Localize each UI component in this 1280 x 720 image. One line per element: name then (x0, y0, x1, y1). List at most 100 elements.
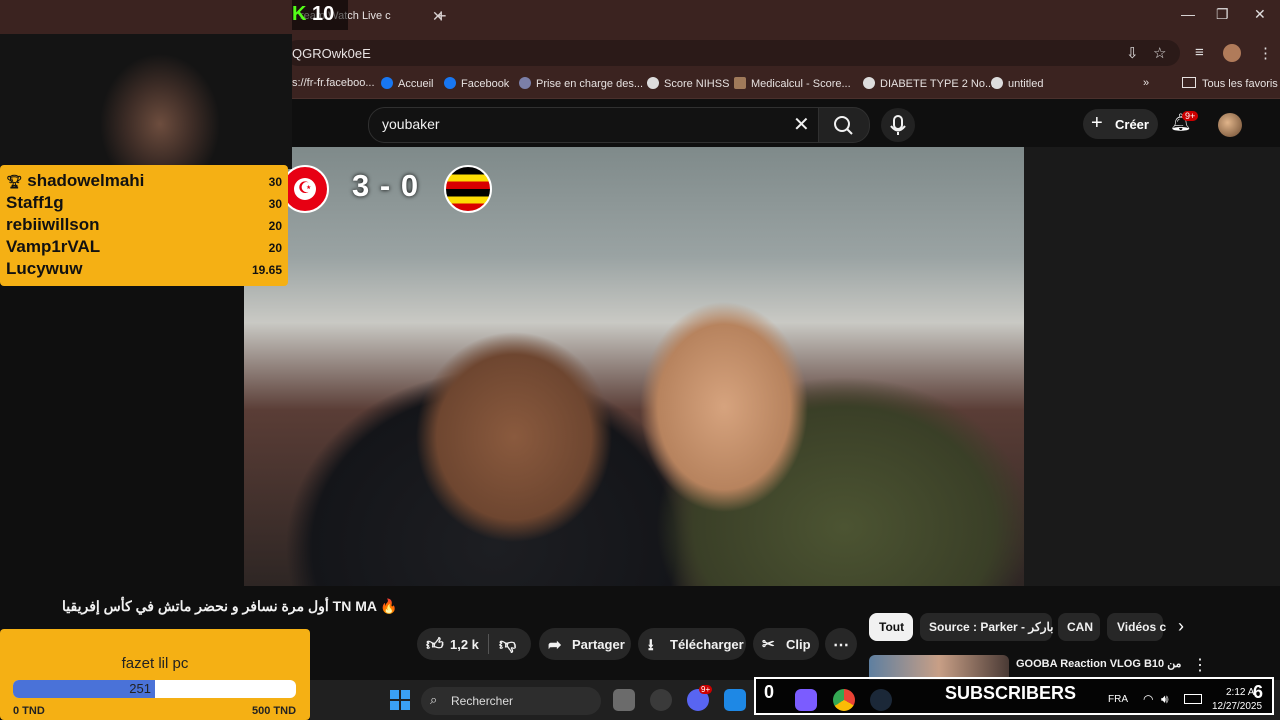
leaderboard-score: 19.65 (251, 263, 282, 277)
clock-date[interactable]: 12/27/2025 (1212, 701, 1262, 712)
facebook-icon (444, 77, 456, 89)
leaderboard-row: Lucywuw (6, 259, 83, 278)
streamer-webcam (0, 34, 292, 169)
profile-avatar[interactable] (1223, 44, 1241, 62)
match-score: 3 - 0 (352, 168, 420, 203)
goal-current-amount: 251 (129, 681, 151, 696)
chip-label: Vidéos c (1117, 620, 1167, 634)
bookmark-item[interactable]: s://fr-fr.faceboo... (292, 77, 375, 89)
maximize-icon[interactable]: ❐ (1216, 6, 1229, 23)
trophy-icon: 🏆︎ (6, 174, 23, 189)
windows-start-icon[interactable] (390, 690, 410, 715)
chip-label: Tout (879, 620, 905, 634)
like-count[interactable]: 1,2 k (450, 637, 479, 652)
omnibox[interactable] (285, 40, 1180, 66)
create-label: Créer (1115, 117, 1149, 132)
globe-icon (647, 77, 659, 89)
clear-search-icon[interactable]: ✕ (793, 112, 810, 137)
video-player[interactable] (244, 147, 1024, 586)
browser-tab-strip (0, 0, 1280, 34)
leaderboard-score: 20 (268, 241, 282, 255)
plus-icon: + (1091, 112, 1103, 134)
search-value[interactable]: youbaker (382, 116, 440, 132)
video-title: أول مرة نسافر و نحضر ماتش في كأس إفريقيا… (62, 598, 398, 614)
thumbs-down-icon[interactable]: 👎︎ (499, 634, 516, 655)
download-label: Télécharger (670, 637, 744, 652)
leaderboard-score: 30 (268, 175, 282, 189)
search-icon (834, 116, 853, 135)
url-text[interactable]: QGROwk0eE (292, 46, 371, 61)
video-right-panel (1024, 147, 1280, 586)
chip-label: Source : Parker - باركر (929, 620, 1054, 634)
search-button[interactable] (818, 107, 870, 143)
scissors-icon: ✂ (762, 636, 775, 653)
chrome-icon[interactable] (833, 689, 855, 711)
leaderboard-row: Staff1g (6, 193, 64, 212)
microphone-icon (890, 115, 906, 135)
chip-label: CAN (1067, 620, 1093, 634)
input-language[interactable]: FRA (1108, 694, 1128, 705)
uganda-flag-icon (444, 165, 492, 213)
share-label: Partager (572, 637, 625, 652)
task-view-icon[interactable] (613, 689, 635, 711)
leaderboard-row: Vamp1rVAL (6, 237, 101, 256)
all-bookmarks[interactable]: Tous les favoris (1182, 77, 1278, 90)
bookmark-item[interactable]: untitled (991, 77, 1043, 90)
globe-icon (991, 77, 1003, 89)
related-video-title[interactable]: GOOBA Reaction VLOG B10 من (1016, 657, 1181, 670)
kebab-menu-icon[interactable]: ⋮ (1192, 655, 1208, 675)
thumbs-up-icon[interactable]: 👍︎ (426, 634, 444, 655)
facebook-icon (381, 77, 393, 89)
leaderboard-score: 30 (268, 197, 282, 211)
share-icon: ➦ (548, 637, 562, 654)
goal-title: fazet lil pc (121, 655, 189, 672)
site-icon (734, 77, 746, 89)
more-bookmarks-icon[interactable]: » (1143, 77, 1149, 89)
clock-time[interactable]: 2:12 A (1226, 687, 1254, 698)
site-icon (519, 77, 531, 89)
kick-logo-icon: K (292, 3, 307, 25)
clip-label: Clip (786, 637, 811, 652)
download-icon: ⭳ (648, 637, 654, 654)
leaderboard-row: 🏆︎ shadowelmahi (6, 171, 145, 190)
globe-icon (863, 77, 875, 89)
minimize-icon[interactable]: — (1181, 6, 1195, 22)
bookmark-item[interactable]: Medicalcul - Score... (734, 77, 851, 90)
steam-icon[interactable] (870, 689, 892, 711)
divider (488, 634, 489, 654)
search-icon: ⌕ (430, 692, 438, 707)
goal-max-label: 500 TND (252, 705, 297, 717)
subscribers-count-left: 0 (764, 682, 775, 702)
bookmark-item[interactable]: Facebook (444, 77, 509, 90)
media-control-icon[interactable]: ≡ (1195, 44, 1204, 61)
battery-icon[interactable] (1184, 694, 1202, 704)
tunisia-flag-icon (281, 165, 329, 213)
kick-viewer-counter: K 10 (292, 3, 335, 25)
copilot-icon[interactable] (795, 689, 817, 711)
chevron-right-icon[interactable]: › (1178, 616, 1184, 637)
bookmark-star-icon[interactable]: ☆ (1153, 44, 1166, 62)
voice-search-button[interactable] (881, 108, 915, 142)
taskbar-search-label: Rechercher (451, 694, 514, 708)
bookmark-item[interactable]: Score NIHSS (647, 77, 729, 90)
bookmark-item[interactable]: DIABETE TYPE 2 No... (863, 77, 994, 90)
install-app-icon[interactable]: ⇩ (1126, 44, 1139, 62)
new-tab-icon[interactable]: + (436, 6, 447, 27)
goal-min-label: 0 TND (13, 705, 45, 717)
leaderboard-row: rebiiwillson (6, 215, 100, 234)
bookmark-item[interactable]: Accueil (381, 77, 433, 90)
menu-icon[interactable]: ⋮ (1258, 44, 1273, 62)
app-icon[interactable] (724, 689, 746, 711)
account-avatar[interactable] (1218, 113, 1242, 137)
leaderboard-score: 20 (268, 219, 282, 233)
subscribers-count-right: 6 (1253, 682, 1264, 702)
folder-icon (1182, 77, 1196, 88)
subscribers-label: SUBSCRIBERS (945, 683, 1077, 703)
app-icon[interactable] (650, 689, 672, 711)
window-close-icon[interactable]: ✕ (1254, 6, 1266, 23)
more-icon: ⋯ (833, 637, 849, 654)
wifi-icon[interactable]: ◠ (1143, 692, 1153, 706)
notification-count-badge: 9+ (1182, 111, 1199, 121)
bookmark-item[interactable]: Prise en charge des... (519, 77, 643, 90)
volume-icon[interactable]: 🔊︎ (1161, 692, 1169, 707)
